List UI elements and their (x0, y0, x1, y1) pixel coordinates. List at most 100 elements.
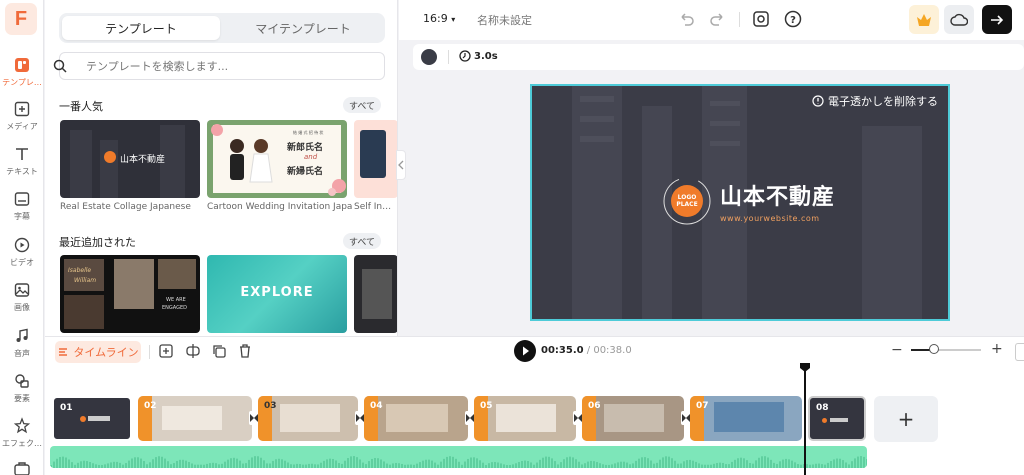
play-button[interactable] (514, 340, 536, 362)
background-color-swatch[interactable] (421, 49, 437, 65)
photo-frame (362, 269, 392, 319)
clip-number: 08 (816, 403, 829, 413)
logo-text-1: LOGO (677, 194, 697, 201)
project-name[interactable]: 名称未設定 (477, 12, 532, 28)
template-thumb-dark[interactable] (354, 255, 397, 333)
timeline-toolbar: タイムライン 00:35.0 / 00:38.0 − + (45, 336, 1024, 366)
shapes-icon (15, 374, 29, 388)
rail-item-image[interactable]: 画像 (0, 279, 44, 323)
chevron-left-icon (398, 160, 404, 170)
template-search-input[interactable] (59, 52, 385, 80)
trash-icon[interactable] (237, 343, 253, 359)
chevron-down-icon: ▾ (451, 15, 456, 24)
preview-icon[interactable] (751, 9, 771, 29)
template-thumb-explore[interactable]: EXPLORE (207, 255, 347, 333)
audio-waveform (50, 456, 867, 468)
name-1: Isabelle (68, 267, 92, 274)
playhead[interactable] (804, 368, 806, 475)
popular-see-all-button[interactable]: すべて (343, 97, 381, 113)
rail-item-elements[interactable]: 要素 (0, 370, 44, 414)
popular-section-title: 一番人気 (59, 100, 103, 113)
timeline-toggle-button[interactable]: タイムライン (55, 341, 141, 363)
cloud-save-button[interactable] (944, 5, 974, 34)
mini-title (88, 416, 110, 421)
panel-collapse-handle[interactable] (396, 150, 406, 180)
briefcase-icon[interactable] (13, 462, 31, 475)
duplicate-icon[interactable] (211, 343, 227, 359)
room-photo (280, 404, 340, 432)
zoom-slider-handle[interactable] (929, 344, 940, 354)
flower-decoration (211, 124, 346, 196)
timeline-clip-01[interactable]: 01 (52, 396, 132, 441)
rail-label: テンプレ… (2, 78, 42, 87)
help-icon[interactable]: ? (783, 9, 803, 29)
name-2: William (74, 277, 97, 284)
rail-item-media[interactable]: メディア (0, 98, 44, 142)
redo-icon[interactable] (708, 9, 728, 29)
rail-item-audio[interactable]: 音声 (0, 325, 44, 369)
remove-watermark-button[interactable]: 電子透かしを削除する (812, 93, 938, 109)
video-canvas[interactable]: 電子透かしを削除する LOGO PLACE 山本不動産 www.yourwebs… (530, 84, 950, 321)
template-thumb-real-estate[interactable]: 山本不動産 (60, 120, 200, 198)
premium-button[interactable] (909, 5, 939, 34)
recent-see-all-button[interactable]: すべて (343, 233, 381, 249)
rail-item-effects[interactable]: エフェク… (0, 415, 44, 459)
tab-templates[interactable]: テンプレート (62, 16, 220, 40)
logo-circle: LOGO PLACE (671, 185, 703, 217)
add-scene-button[interactable]: + (874, 396, 938, 442)
subtitle-icon (14, 192, 30, 206)
clip-number: 06 (588, 401, 601, 411)
rail-item-video[interactable]: ビデオ (0, 234, 44, 278)
export-button[interactable] (982, 5, 1012, 34)
rail-label: メディア (6, 122, 38, 131)
template-thumb-self-intro[interactable] (354, 120, 397, 198)
zoom-in-icon[interactable]: + (991, 341, 1003, 357)
rail-item-text[interactable]: テキスト (0, 143, 44, 187)
template-panel: テンプレート マイテンプレート 一番人気 すべて 山本不動産 Real Esta… (45, 0, 398, 336)
timeline-clip-07[interactable]: 07 (690, 396, 802, 441)
zoom-out-icon[interactable]: − (891, 342, 903, 358)
aspect-ratio-select[interactable]: 16:9 ▾ (423, 12, 455, 25)
timeline-clip-08[interactable]: 08 (808, 396, 866, 441)
crown-icon (917, 13, 931, 26)
split-icon[interactable] (185, 343, 201, 359)
cloud-icon (950, 13, 968, 26)
rail-label: 画像 (14, 303, 30, 312)
undo-icon[interactable] (676, 9, 696, 29)
clip-number: 03 (264, 401, 277, 411)
timeline-clip-02[interactable]: 02 (138, 396, 252, 441)
timeline-clip-06[interactable]: 06 (582, 396, 684, 441)
clip-number: 05 (480, 401, 493, 411)
timeline-icon (59, 348, 68, 356)
svg-text:?: ? (790, 15, 796, 26)
divider (448, 50, 449, 64)
tab-my-templates[interactable]: マイテンプレート (224, 16, 382, 40)
mini-title (830, 418, 848, 422)
brand-title: 山本不動産 (720, 184, 836, 210)
logo-circle (104, 151, 116, 163)
add-clip-icon[interactable] (158, 343, 174, 359)
template-thumb-wedding[interactable]: 結 婚 式 招 待 状 新郎氏名 and 新婦氏名 (207, 120, 347, 198)
mini-logo (822, 418, 827, 423)
logo-placeholder: LOGO PLACE (662, 176, 712, 226)
divider (149, 345, 150, 359)
rail-label: 音声 (14, 349, 30, 358)
app-logo[interactable]: F (5, 3, 37, 35)
brand-block[interactable]: LOGO PLACE 山本不動産 www.yourwebsite.com (662, 176, 835, 226)
timeline-clip-03[interactable]: 03 (258, 396, 358, 441)
logo-text-2: PLACE (676, 201, 698, 208)
audio-track[interactable] (50, 446, 867, 468)
timeline-clip-05[interactable]: 05 (474, 396, 576, 441)
rail-item-templates[interactable]: テンプレ… (0, 54, 44, 98)
duration-label: 3.0s (474, 50, 498, 62)
duration-control[interactable]: 3.0s (459, 50, 498, 62)
template-thumb-engagement[interactable]: Isabelle William WE ARE ENGAGED (60, 255, 200, 333)
text-icon (16, 148, 28, 160)
photo-2 (114, 259, 154, 309)
engaged-line2: ENGAGED (162, 305, 187, 311)
window-view-photo (714, 402, 784, 432)
fit-timeline-button[interactable] (1015, 343, 1024, 361)
rail-label: 要素 (14, 394, 30, 403)
timeline-clip-04[interactable]: 04 (364, 396, 468, 441)
rail-item-subtitle[interactable]: 字幕 (0, 188, 44, 232)
